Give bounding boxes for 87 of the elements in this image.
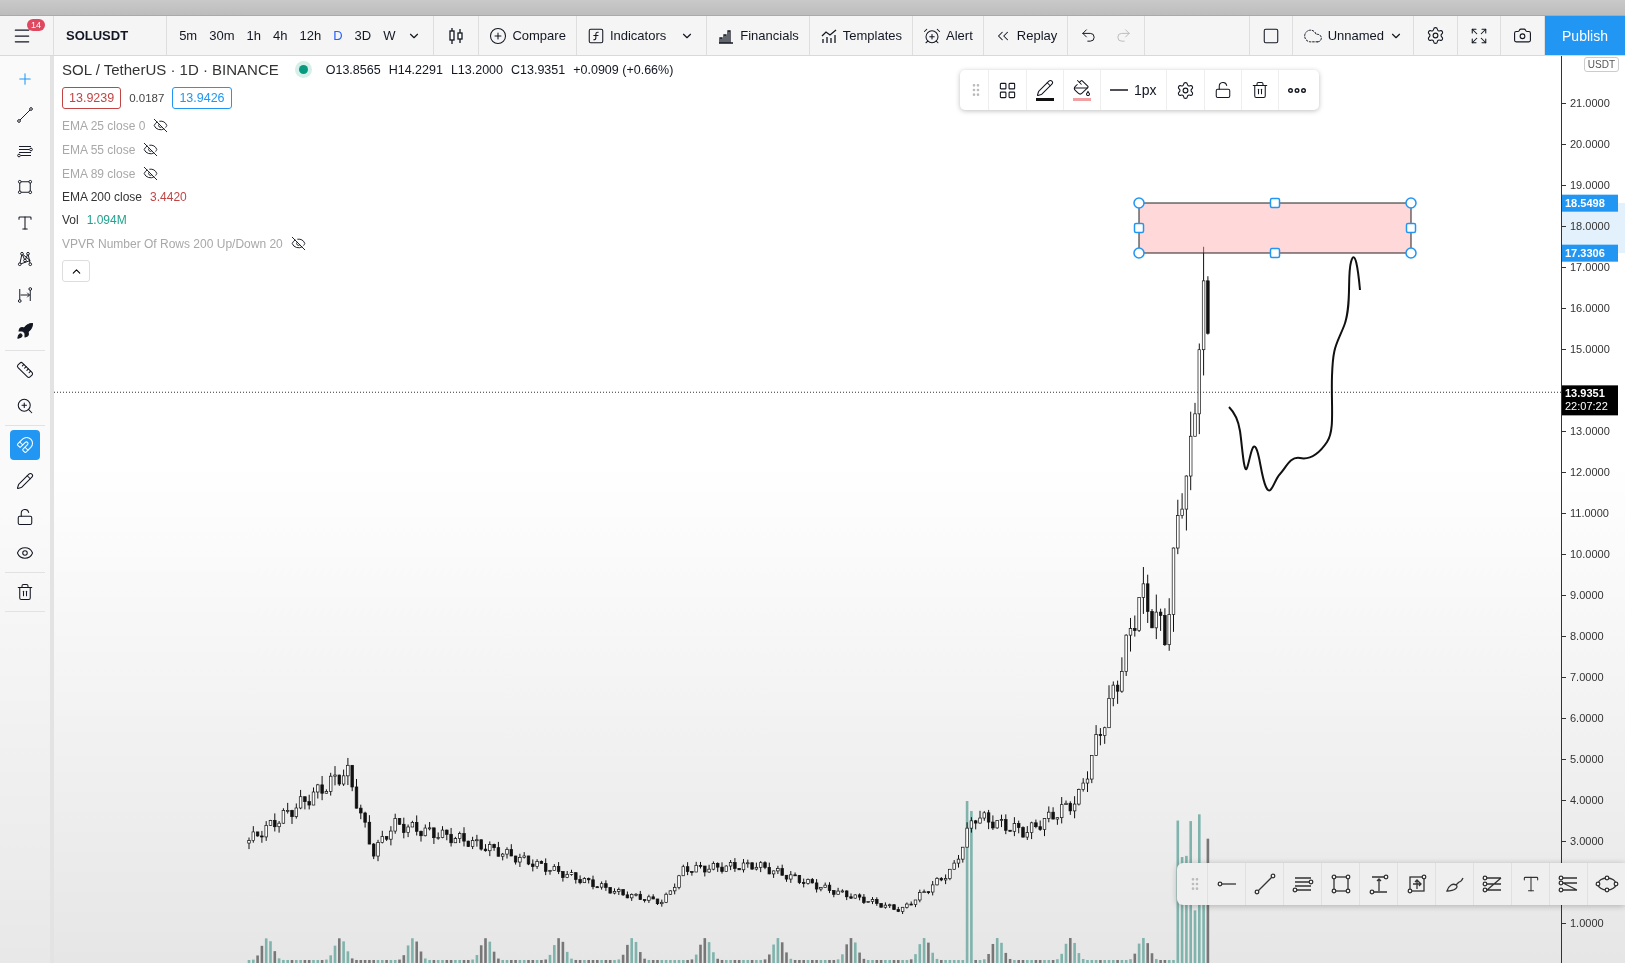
layout-name-button[interactable]: Unnamed bbox=[1300, 21, 1405, 50]
settings-icon bbox=[1175, 80, 1195, 100]
ohlc-value: C13.9351 bbox=[511, 62, 566, 77]
horizontal-ray-icon bbox=[1216, 881, 1237, 887]
eye-off-icon[interactable] bbox=[290, 236, 306, 251]
unlocked-padlock-icon bbox=[1213, 81, 1232, 99]
last-price-tag: 13.9351 22:07:22 bbox=[1562, 385, 1618, 415]
more-icon bbox=[1287, 87, 1306, 93]
ohlc-value: L13.2000 bbox=[450, 62, 503, 77]
price-label: 16.0000 bbox=[1570, 301, 1610, 314]
indicator-name[interactable]: Vol bbox=[62, 213, 79, 227]
eye-off-icon[interactable] bbox=[153, 118, 169, 133]
text-icon bbox=[16, 213, 34, 233]
price-label: 18.0000 bbox=[1570, 219, 1610, 232]
price-label: 3.0000 bbox=[1570, 834, 1604, 847]
interval-tab[interactable]: 1h bbox=[242, 24, 265, 47]
price-label: 10.0000 bbox=[1570, 547, 1610, 560]
price-label: 20.0000 bbox=[1570, 137, 1610, 150]
trend-line-icon bbox=[1252, 872, 1277, 896]
price-label: 9.0000 bbox=[1570, 588, 1604, 601]
pencil-lock-icon bbox=[16, 471, 34, 491]
interval-tab[interactable]: 30m bbox=[205, 24, 239, 47]
price-label: 19.0000 bbox=[1570, 178, 1610, 191]
price-label: 7.0000 bbox=[1570, 670, 1604, 683]
replay-button[interactable]: Replay bbox=[991, 22, 1060, 49]
indicators-button[interactable]: Indicators bbox=[584, 22, 669, 49]
redo-icon bbox=[1115, 27, 1133, 44]
interval-tab[interactable]: 4h bbox=[268, 24, 292, 47]
ruler-icon bbox=[16, 360, 34, 380]
interval-tab[interactable]: 3D bbox=[350, 24, 376, 47]
price-label: 13.0000 bbox=[1570, 424, 1610, 437]
interval-tab[interactable]: 12h bbox=[295, 24, 326, 47]
function-icon bbox=[586, 26, 605, 45]
price-label: 12.0000 bbox=[1570, 465, 1610, 478]
price-change: +0.0909 (+0.66%) bbox=[573, 62, 674, 77]
compare-button[interactable]: Compare bbox=[487, 22, 568, 49]
sell-price[interactable]: 13.9239 bbox=[62, 87, 122, 109]
price-label: 8.0000 bbox=[1570, 629, 1604, 642]
price-label: 5.0000 bbox=[1570, 752, 1604, 765]
rocket-icon bbox=[16, 321, 34, 341]
eye-off-icon[interactable] bbox=[143, 142, 159, 157]
financials-button[interactable]: Financials bbox=[715, 22, 801, 49]
indicator-name[interactable]: EMA 200 close bbox=[62, 190, 143, 204]
alarm-clock-icon bbox=[923, 26, 942, 45]
alert-button[interactable]: Alert bbox=[921, 22, 975, 49]
interval-tab[interactable]: 5m bbox=[175, 24, 202, 47]
price-label: 17.0000 bbox=[1570, 260, 1610, 273]
ohlc-value: O13.8565 bbox=[325, 62, 381, 77]
grid-plus-icon bbox=[998, 80, 1017, 100]
price-label: 15.0000 bbox=[1570, 342, 1610, 355]
zoom-in-icon bbox=[16, 396, 34, 416]
price-label: 1.0000 bbox=[1570, 916, 1604, 929]
eye-off-icon[interactable] bbox=[143, 166, 159, 181]
notification-badge: 14 bbox=[27, 19, 45, 31]
line-width-button[interactable]: 1px bbox=[1100, 70, 1166, 110]
spread-value: 0.0187 bbox=[129, 92, 165, 104]
ohlc-value: H14.2291 bbox=[388, 62, 443, 77]
selection-price-tag: 17.3306 bbox=[1562, 244, 1618, 262]
collapse-legend-button[interactable] bbox=[62, 260, 90, 282]
undo-icon bbox=[1080, 27, 1098, 44]
trash-icon bbox=[16, 582, 34, 602]
settings-icon bbox=[1426, 26, 1445, 45]
camera-icon bbox=[1513, 26, 1532, 45]
price-label: 21.0000 bbox=[1570, 96, 1610, 109]
currency-label[interactable]: USDT bbox=[1583, 57, 1619, 72]
freehand-line[interactable] bbox=[1228, 256, 1361, 492]
price-label: 6.0000 bbox=[1570, 711, 1604, 724]
pencil-icon bbox=[1036, 79, 1054, 97]
plus-circle-icon bbox=[489, 26, 508, 45]
indicator-value: 3.4420 bbox=[150, 190, 187, 204]
templates-button[interactable]: Templates bbox=[817, 22, 905, 49]
interval-tab[interactable]: W bbox=[379, 24, 400, 47]
selection-price-tag: 18.5498 bbox=[1562, 194, 1618, 212]
interval-tab[interactable]: D bbox=[329, 24, 347, 47]
symbol-name[interactable]: SOLUSDT bbox=[62, 28, 159, 43]
trash-icon bbox=[1250, 81, 1269, 99]
symbol-title: SOL / TetherUS · 1D · BINANCE bbox=[62, 61, 279, 78]
indicator-value: 1.094M bbox=[86, 213, 127, 227]
magnet-icon bbox=[16, 435, 34, 455]
price-label: 11.0000 bbox=[1570, 506, 1609, 519]
magnet-tool-button[interactable] bbox=[10, 430, 40, 460]
line-icon bbox=[1110, 88, 1128, 92]
price-label: 4.0000 bbox=[1570, 793, 1604, 806]
square-icon bbox=[1261, 26, 1280, 45]
unlocked-padlock-icon bbox=[16, 507, 34, 527]
paint-bucket-icon bbox=[1073, 79, 1091, 97]
fullscreen-icon bbox=[1470, 26, 1488, 45]
